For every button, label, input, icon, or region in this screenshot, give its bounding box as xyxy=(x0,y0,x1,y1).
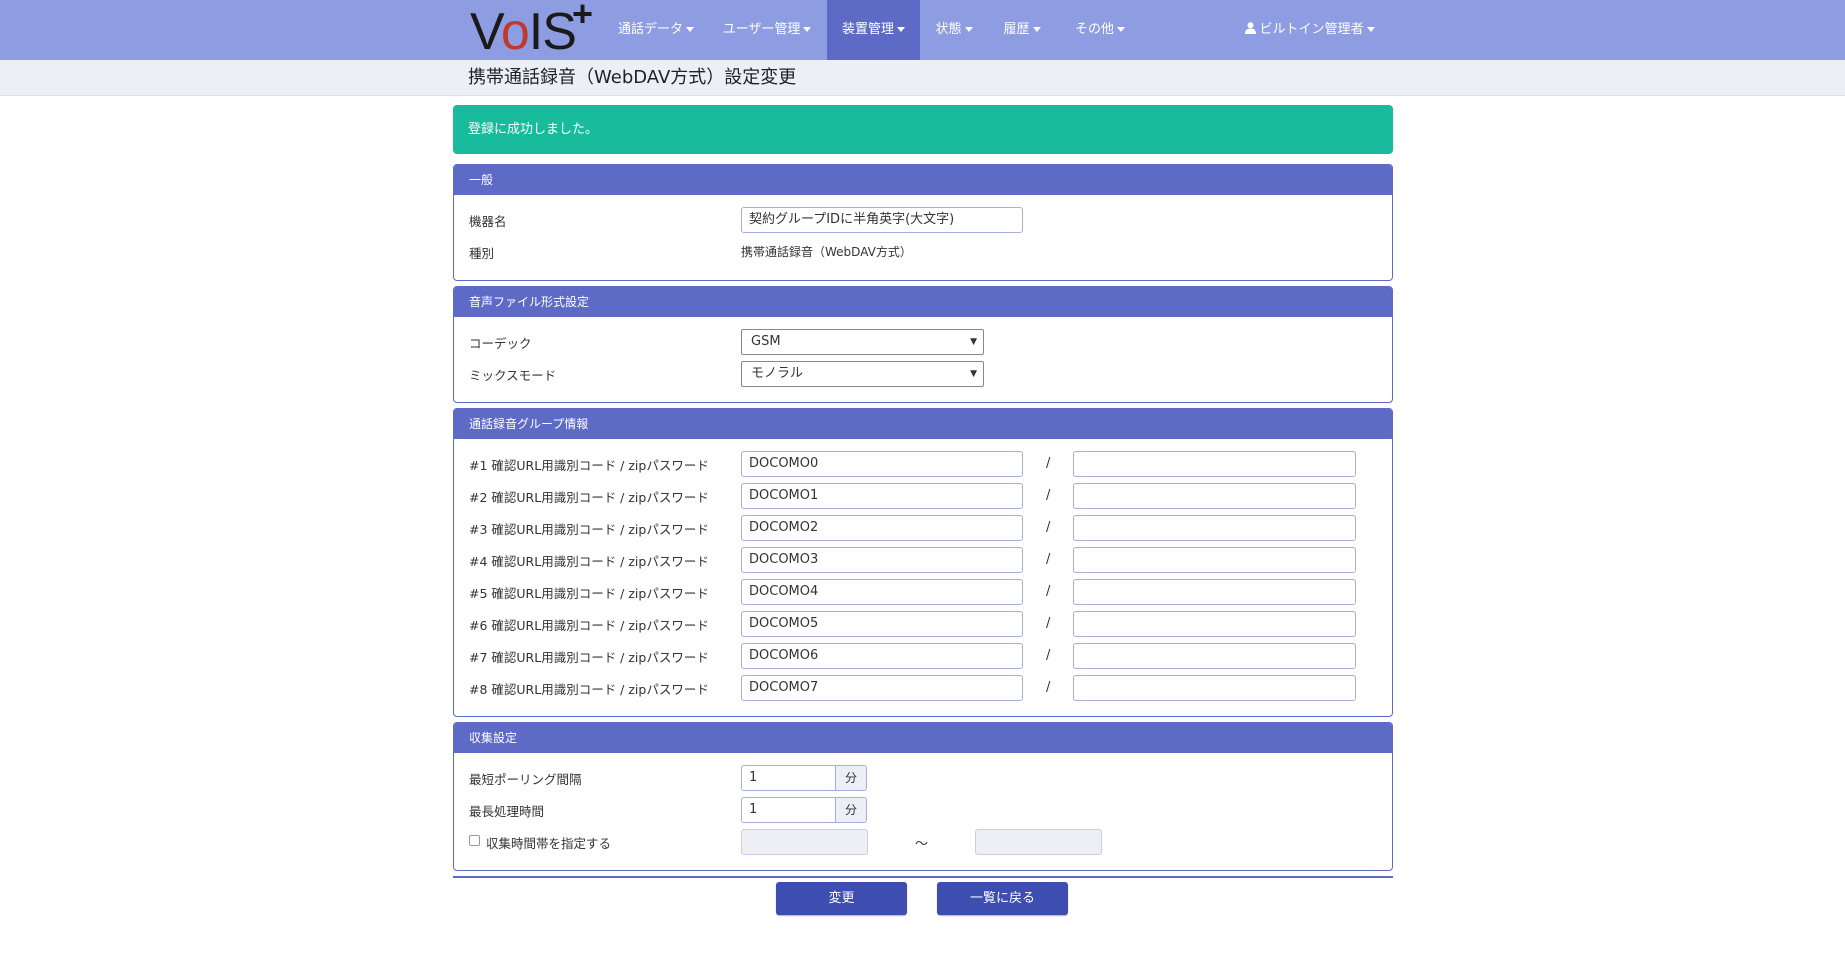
caret-down-icon xyxy=(686,27,694,32)
panel-general: 一般 機器名 契約グループIDに半角英字(大文字) 種別 携帯通話録音（WebD… xyxy=(453,164,1393,281)
type-label: 種別 xyxy=(469,246,495,261)
panel-audio-format: 音声ファイル形式設定 コーデック GSM ▼ ミックスモード モノラル ▼ xyxy=(453,286,1393,403)
panel-heading-collection: 収集設定 xyxy=(454,723,1392,753)
nav-history[interactable]: 履歴 xyxy=(996,0,1048,60)
separator: / xyxy=(1046,680,1051,695)
separator: / xyxy=(1046,584,1051,599)
success-alert: 登録に成功しました。 xyxy=(453,105,1393,154)
group-code-input[interactable]: DOCOMO2 xyxy=(741,515,1023,541)
mix-mode-label: ミックスモード xyxy=(469,368,557,383)
group-password-input[interactable] xyxy=(1073,611,1356,637)
panel-heading-general: 一般 xyxy=(454,165,1392,195)
group-code-input[interactable]: DOCOMO7 xyxy=(741,675,1023,701)
group-password-input[interactable] xyxy=(1073,547,1356,573)
mix-mode-select[interactable]: モノラル ▼ xyxy=(741,361,984,387)
separator: / xyxy=(1046,616,1051,631)
timeband-to-input[interactable] xyxy=(975,829,1102,855)
group-code-input[interactable]: DOCOMO4 xyxy=(741,579,1023,605)
caret-down-icon xyxy=(964,27,973,32)
max-processing-label: 最長処理時間 xyxy=(469,804,545,819)
group-code-input[interactable]: DOCOMO0 xyxy=(741,451,1023,477)
group-password-input[interactable] xyxy=(1073,643,1356,669)
group-password-input[interactable] xyxy=(1073,451,1356,477)
dropdown-arrow-icon: ▼ xyxy=(970,337,977,347)
user-icon xyxy=(1245,22,1257,34)
vois-logo[interactable]: VoIS + xyxy=(470,0,600,61)
change-button[interactable]: 変更 xyxy=(776,882,907,915)
divider xyxy=(453,876,1393,878)
nav-call-data[interactable]: 通話データ xyxy=(610,0,702,60)
group-code-input[interactable]: DOCOMO6 xyxy=(741,643,1023,669)
caret-down-icon xyxy=(897,27,905,32)
max-processing-input[interactable]: 1 xyxy=(741,797,836,823)
nav-user-menu[interactable]: ビルトイン管理者 xyxy=(1240,0,1380,60)
group-password-input[interactable] xyxy=(1073,515,1356,541)
group-code-input[interactable]: DOCOMO3 xyxy=(741,547,1023,573)
timeband-from-input[interactable] xyxy=(741,829,868,855)
group-row-label: #2 確認URL用識別コード / zipパスワード xyxy=(469,490,709,505)
separator: / xyxy=(1046,552,1051,567)
dropdown-arrow-icon: ▼ xyxy=(970,369,977,379)
nav-device-management[interactable]: 装置管理 xyxy=(827,0,920,60)
group-password-input[interactable] xyxy=(1073,579,1356,605)
panel-recording-groups: 通話録音グループ情報 #1 確認URL用識別コード / zipパスワード DOC… xyxy=(453,408,1393,717)
group-row-label: #4 確認URL用識別コード / zipパスワード xyxy=(469,554,709,569)
nav-user-management[interactable]: ユーザー管理 xyxy=(712,0,822,60)
polling-interval-label: 最短ポーリング間隔 xyxy=(469,772,582,787)
nav-other[interactable]: その他 xyxy=(1068,0,1132,60)
page-title: 携帯通話録音（WebDAV方式）設定変更 xyxy=(468,67,797,88)
timeband-label: 収集時間帯を指定する xyxy=(486,836,612,851)
panel-heading-audio: 音声ファイル形式設定 xyxy=(454,287,1392,317)
device-name-input[interactable]: 契約グループIDに半角英字(大文字) xyxy=(741,207,1023,233)
group-row-label: #6 確認URL用識別コード / zipパスワード xyxy=(469,618,709,633)
group-code-input[interactable]: DOCOMO5 xyxy=(741,611,1023,637)
caret-down-icon xyxy=(1366,27,1375,32)
group-row-label: #8 確認URL用識別コード / zipパスワード xyxy=(469,682,709,697)
caret-down-icon xyxy=(1032,27,1041,32)
timeband-checkbox[interactable] xyxy=(469,835,480,846)
title-bar: 携帯通話録音（WebDAV方式）設定変更 xyxy=(0,60,1845,96)
panel-heading-groups: 通話録音グループ情報 xyxy=(454,409,1392,439)
group-row-label: #1 確認URL用識別コード / zipパスワード xyxy=(469,458,709,473)
panel-collection: 収集設定 最短ポーリング間隔 1 分 最長処理時間 1 分 収集時間帯を指定する… xyxy=(453,722,1393,871)
caret-down-icon xyxy=(803,27,812,32)
separator: / xyxy=(1046,520,1051,535)
separator: / xyxy=(1046,456,1051,471)
codec-select[interactable]: GSM ▼ xyxy=(741,329,984,355)
codec-label: コーデック xyxy=(469,336,532,351)
type-value: 携帯通話録音（WebDAV方式） xyxy=(741,245,912,259)
group-row-label: #7 確認URL用識別コード / zipパスワード xyxy=(469,650,709,665)
group-row-label: #5 確認URL用識別コード / zipパスワード xyxy=(469,586,709,601)
navbar: VoIS + 通話データ ユーザー管理 装置管理 状態 履歴 その他 ビルトイン管… xyxy=(0,0,1845,61)
group-code-input[interactable]: DOCOMO1 xyxy=(741,483,1023,509)
polling-interval-input[interactable]: 1 xyxy=(741,765,836,791)
caret-down-icon xyxy=(1117,27,1125,32)
polling-unit-addon: 分 xyxy=(835,765,867,791)
separator: / xyxy=(1046,488,1051,503)
tilde-separator: ～ xyxy=(915,837,929,852)
nav-status[interactable]: 状態 xyxy=(928,0,980,60)
separator: / xyxy=(1046,648,1051,663)
group-password-input[interactable] xyxy=(1073,675,1356,701)
device-name-label: 機器名 xyxy=(469,214,507,229)
back-to-list-button[interactable]: 一覧に戻る xyxy=(937,882,1068,915)
max-processing-unit-addon: 分 xyxy=(835,797,867,823)
group-row-label: #3 確認URL用識別コード / zipパスワード xyxy=(469,522,709,537)
group-password-input[interactable] xyxy=(1073,483,1356,509)
